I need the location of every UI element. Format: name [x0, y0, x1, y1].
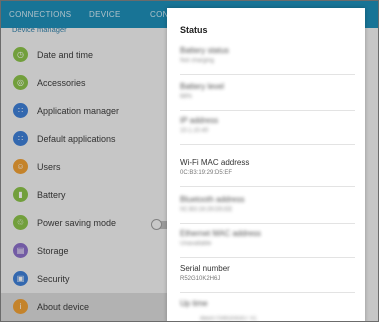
status-item-title: Battery level [180, 82, 225, 91]
status-item-value: 68% [180, 94, 193, 100]
status-item-value: 10.1.10.40 [180, 128, 209, 134]
status-item: Bluetooth address 0C:B3:19:29:D5:EE [180, 195, 351, 213]
status-dialog: Status Battery status Not charging Battery… [167, 8, 365, 321]
status-item: Battery level 68% [180, 82, 351, 100]
status-item-title: Wi-Fi MAC address [180, 158, 250, 167]
divider [180, 144, 355, 145]
status-item-title: IP address [180, 116, 219, 125]
status-item-title: Bluetooth address [180, 195, 245, 204]
settings-screen: CONNECTIONS DEVICE CONTROLS Device manag… [0, 0, 379, 322]
divider [180, 110, 355, 111]
divider [180, 257, 355, 258]
status-item: Up time [180, 299, 351, 311]
divider [180, 186, 355, 187]
footer-text: dwu07SWD04307 #1 [200, 316, 257, 322]
status-item-value: 0C:B3:19:29:D5:EF [180, 170, 233, 176]
status-item-value: Not charging [180, 58, 215, 64]
status-item-value: 0C:B3:19:29:D5:EE [180, 207, 233, 213]
status-item: IP address 10.1.10.40 [180, 116, 351, 134]
status-item-value: R52G10K2H6J [180, 276, 221, 282]
status-item-title: Ethernet MAC address [180, 229, 261, 238]
divider [180, 292, 355, 293]
status-item: Battery status Not charging [180, 46, 351, 64]
dialog-title: Status [180, 25, 208, 35]
status-item-title: Up time [180, 299, 208, 308]
status-item: Wi-Fi MAC address 0C:B3:19:29:D5:EF [180, 158, 351, 176]
status-item: Ethernet MAC address Unavailable [180, 229, 351, 247]
divider [180, 223, 355, 224]
status-item-title: Battery status [180, 46, 229, 55]
status-item: Serial number R52G10K2H6J [180, 264, 351, 282]
divider [180, 74, 355, 75]
status-item-value: Unavailable [180, 241, 212, 247]
status-item-title: Serial number [180, 264, 230, 273]
